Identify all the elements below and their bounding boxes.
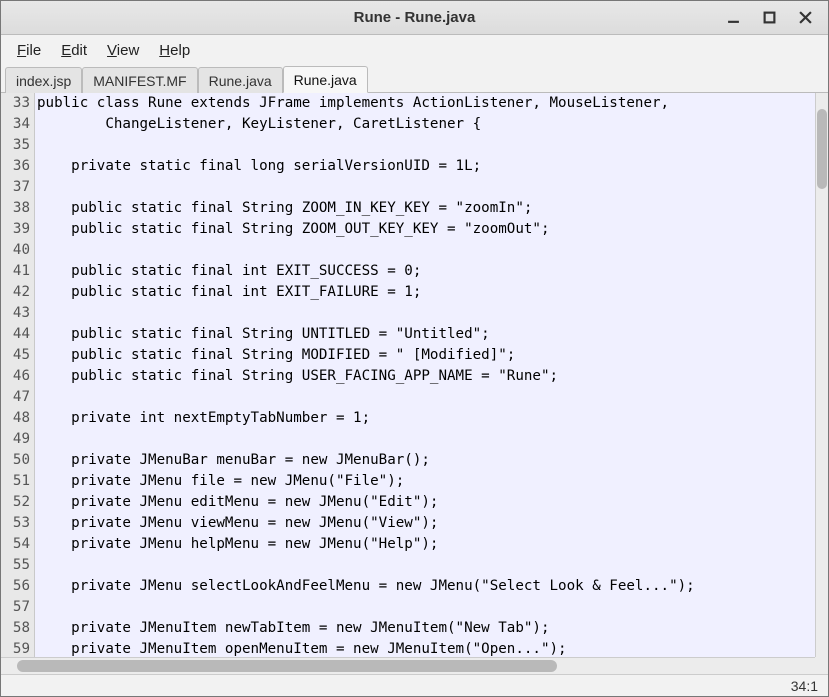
cursor-position: 34:1: [791, 678, 818, 694]
line-number: 45: [1, 345, 30, 366]
line-number: 56: [1, 576, 30, 597]
code-line[interactable]: private JMenuBar menuBar = new JMenuBar(…: [37, 450, 815, 471]
editor-area: 3334353637383940414243444546474849505152…: [1, 93, 828, 674]
menu-help-rest: elp: [170, 42, 190, 59]
close-button[interactable]: [794, 7, 816, 29]
code-line[interactable]: ChangeListener, KeyListener, CaretListen…: [37, 114, 815, 135]
line-number: 52: [1, 492, 30, 513]
line-number: 49: [1, 429, 30, 450]
window-title: Rune - Rune.java: [354, 9, 476, 26]
tab-bar: index.jsp MANIFEST.MF Rune.java Rune.jav…: [1, 65, 828, 93]
code-line[interactable]: private JMenu helpMenu = new JMenu("Help…: [37, 534, 815, 555]
tab-manifest-mf[interactable]: MANIFEST.MF: [82, 67, 197, 93]
code-text[interactable]: public class Rune extends JFrame impleme…: [35, 93, 815, 657]
code-line[interactable]: private JMenu selectLookAndFeelMenu = ne…: [37, 576, 815, 597]
statusbar: 34:1: [1, 674, 828, 696]
line-number: 38: [1, 198, 30, 219]
gutter: 3334353637383940414243444546474849505152…: [1, 93, 35, 657]
code-line[interactable]: private JMenuItem openMenuItem = new JMe…: [37, 639, 815, 657]
line-number: 50: [1, 450, 30, 471]
app-window: Rune - Rune.java File Edit View Help ind…: [0, 0, 829, 697]
line-number: 58: [1, 618, 30, 639]
horizontal-scrollbar[interactable]: [1, 657, 815, 674]
scroll-corner: [815, 657, 828, 674]
menu-help[interactable]: Help: [151, 38, 198, 63]
vertical-scroll-thumb[interactable]: [817, 109, 827, 189]
line-number: 35: [1, 135, 30, 156]
line-number: 57: [1, 597, 30, 618]
menu-view[interactable]: View: [99, 38, 147, 63]
line-number: 33: [1, 93, 30, 114]
code-line[interactable]: [37, 387, 815, 408]
line-number: 42: [1, 282, 30, 303]
line-number: 47: [1, 387, 30, 408]
code-line[interactable]: public static final int EXIT_FAILURE = 1…: [37, 282, 815, 303]
code-line[interactable]: [37, 240, 815, 261]
line-number: 44: [1, 324, 30, 345]
line-number: 53: [1, 513, 30, 534]
code-line[interactable]: private JMenu viewMenu = new JMenu("View…: [37, 513, 815, 534]
line-number: 55: [1, 555, 30, 576]
tab-rune-java-1[interactable]: Rune.java: [198, 67, 283, 93]
line-number: 48: [1, 408, 30, 429]
titlebar: Rune - Rune.java: [1, 1, 828, 35]
horizontal-scroll-thumb[interactable]: [17, 660, 557, 672]
code-line[interactable]: public static final int EXIT_SUCCESS = 0…: [37, 261, 815, 282]
window-controls: [722, 1, 822, 34]
code-line[interactable]: private JMenu editMenu = new JMenu("Edit…: [37, 492, 815, 513]
code-line[interactable]: [37, 555, 815, 576]
menu-file[interactable]: File: [9, 38, 49, 63]
line-number: 54: [1, 534, 30, 555]
code-line[interactable]: public static final String ZOOM_IN_KEY_K…: [37, 198, 815, 219]
code-line[interactable]: public class Rune extends JFrame impleme…: [37, 93, 815, 114]
code-line[interactable]: private static final long serialVersionU…: [37, 156, 815, 177]
menu-view-rest: iew: [117, 42, 140, 59]
code-line[interactable]: public static final String ZOOM_OUT_KEY_…: [37, 219, 815, 240]
code-line[interactable]: [37, 303, 815, 324]
code-line[interactable]: private JMenuItem newTabItem = new JMenu…: [37, 618, 815, 639]
maximize-button[interactable]: [758, 7, 780, 29]
code-line[interactable]: [37, 177, 815, 198]
maximize-icon: [763, 11, 776, 24]
tab-rune-java-2[interactable]: Rune.java: [283, 66, 368, 93]
line-number: 39: [1, 219, 30, 240]
tab-index-jsp[interactable]: index.jsp: [5, 67, 82, 93]
code-line[interactable]: [37, 597, 815, 618]
menu-edit-rest: dit: [71, 42, 87, 59]
minimize-button[interactable]: [722, 7, 744, 29]
line-number: 34: [1, 114, 30, 135]
vertical-scrollbar[interactable]: [815, 93, 828, 657]
code-line[interactable]: private int nextEmptyTabNumber = 1;: [37, 408, 815, 429]
code-line[interactable]: public static final String UNTITLED = "U…: [37, 324, 815, 345]
menu-file-rest: ile: [26, 42, 41, 59]
code-line[interactable]: [37, 429, 815, 450]
line-number: 43: [1, 303, 30, 324]
minimize-icon: [727, 11, 740, 24]
code-line[interactable]: public static final String MODIFIED = " …: [37, 345, 815, 366]
line-number: 36: [1, 156, 30, 177]
line-number: 41: [1, 261, 30, 282]
menu-edit[interactable]: Edit: [53, 38, 95, 63]
editor[interactable]: 3334353637383940414243444546474849505152…: [1, 93, 815, 657]
code-line[interactable]: public static final String USER_FACING_A…: [37, 366, 815, 387]
line-number: 46: [1, 366, 30, 387]
close-icon: [799, 11, 812, 24]
code-line[interactable]: [37, 135, 815, 156]
line-number: 51: [1, 471, 30, 492]
line-number: 40: [1, 240, 30, 261]
menubar: File Edit View Help: [1, 35, 828, 65]
code-line[interactable]: private JMenu file = new JMenu("File");: [37, 471, 815, 492]
line-number: 37: [1, 177, 30, 198]
